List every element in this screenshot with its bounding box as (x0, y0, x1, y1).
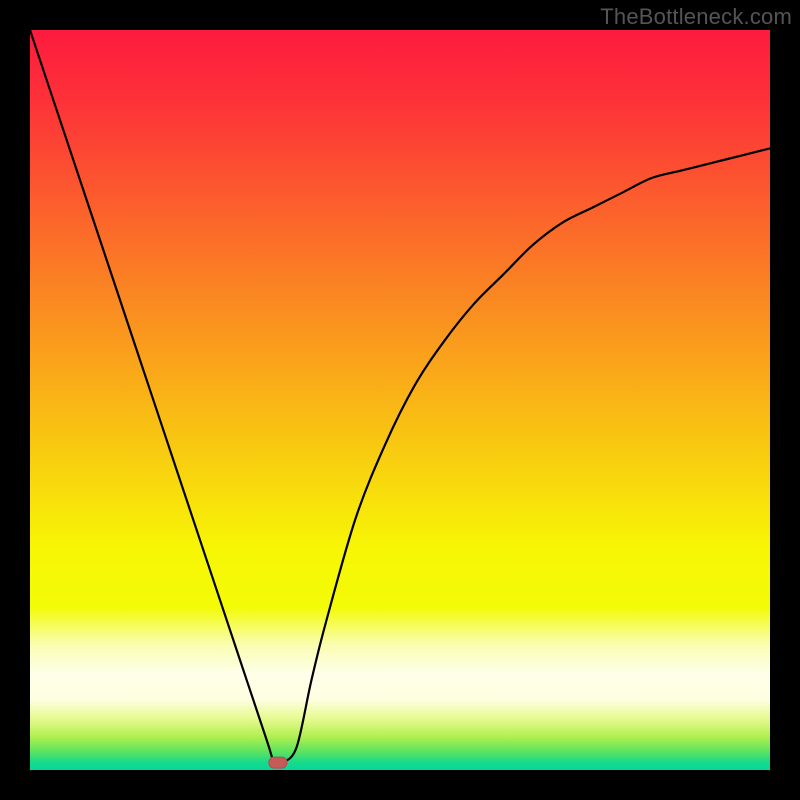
plot-area (30, 30, 770, 770)
optimum-marker (269, 757, 287, 768)
chart-frame: TheBottleneck.com (0, 0, 800, 800)
chart-svg (30, 30, 770, 770)
watermark-text: TheBottleneck.com (600, 4, 792, 30)
gradient-background (30, 30, 770, 770)
